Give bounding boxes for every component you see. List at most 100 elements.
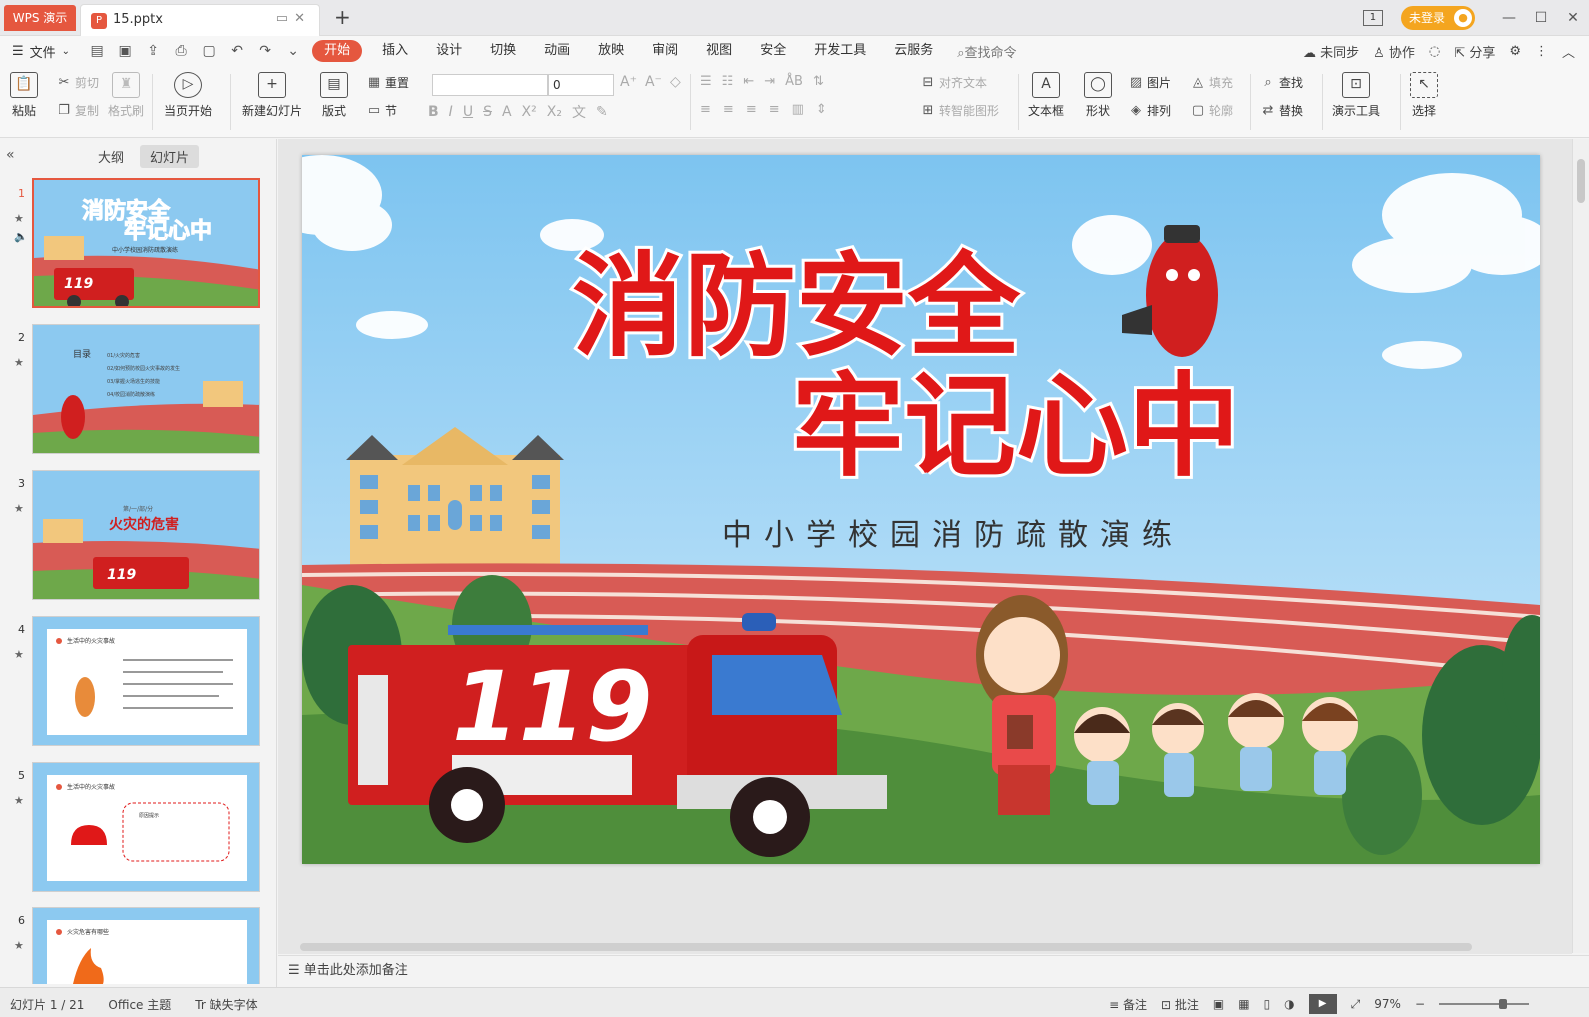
align-center-icon[interactable]: ≡ bbox=[723, 102, 734, 117]
undo-icon[interactable]: ↶ bbox=[228, 43, 246, 59]
copy-button[interactable]: ❐ 复制 bbox=[56, 102, 99, 119]
share-button[interactable]: ⇱ 分享 bbox=[1454, 42, 1495, 61]
open-icon[interactable]: ▤ bbox=[88, 43, 106, 59]
zoom-out-icon[interactable]: − bbox=[1415, 997, 1425, 1011]
tab-insert[interactable]: 插入 bbox=[368, 40, 422, 62]
app-tab[interactable]: WPS 演示 bbox=[4, 5, 76, 31]
arrange-button[interactable]: ◈ 排列 bbox=[1128, 102, 1171, 119]
replace-button[interactable]: ⇄ 替换 bbox=[1260, 102, 1303, 119]
file-menu[interactable]: ☰ 文件 ⌄ bbox=[12, 42, 70, 61]
tab-transition[interactable]: 切换 bbox=[476, 40, 530, 62]
minimize-icon[interactable]: — bbox=[1493, 10, 1525, 26]
close-window-icon[interactable]: ✕ bbox=[1557, 10, 1589, 26]
phonetic-icon[interactable]: 文 bbox=[572, 102, 586, 122]
collapse-ribbon-icon[interactable]: ︿ bbox=[1562, 42, 1575, 61]
notes-pane[interactable]: ☰ 单击此处添加备注 bbox=[278, 955, 1589, 987]
line-spacing-icon[interactable]: ⇅ bbox=[813, 74, 824, 89]
subscript-icon[interactable]: X₂ bbox=[547, 104, 562, 120]
comment-icon[interactable]: ◌ bbox=[1429, 44, 1440, 59]
justify-icon[interactable]: ≡ bbox=[769, 102, 780, 117]
select-button[interactable]: ↖ 选择 bbox=[1410, 72, 1438, 119]
slide-thumbnail-3[interactable]: 第/一/部/分 火灾的危害 119 bbox=[32, 470, 260, 600]
smartart-button[interactable]: ⊞ 转智能图形 bbox=[920, 102, 999, 119]
export-icon[interactable]: ⇪ bbox=[144, 43, 162, 59]
format-painter-button[interactable]: ♜ 格式刷 bbox=[108, 72, 144, 119]
collapse-panel-icon[interactable]: « bbox=[6, 147, 15, 163]
print-preview-icon[interactable]: ▢ bbox=[200, 43, 218, 59]
tab-developer[interactable]: 开发工具 bbox=[800, 40, 880, 62]
slide-thumbnail-2[interactable]: 目录 01/火灾的危害 02/如何预防校园火灾事故的发生 03/掌握火场逃生的技… bbox=[32, 324, 260, 454]
shape-button[interactable]: ◯ 形状 bbox=[1084, 72, 1112, 119]
find-button[interactable]: ⌕ 查找 bbox=[1260, 74, 1303, 91]
textbox-button[interactable]: A 文本框 bbox=[1028, 72, 1064, 119]
notes-toggle[interactable]: ≡ 备注 bbox=[1109, 996, 1147, 1013]
numbered-list-icon[interactable]: ☷ bbox=[722, 74, 734, 89]
align-left-icon[interactable]: ≡ bbox=[700, 102, 711, 117]
missing-font-button[interactable]: Tr 缺失字体 bbox=[195, 996, 257, 1013]
monitor-icon[interactable]: ▭ bbox=[276, 11, 294, 26]
new-tab-button[interactable]: + bbox=[334, 5, 351, 29]
collab-button[interactable]: ♙ 协作 bbox=[1373, 42, 1415, 61]
fill-button[interactable]: ◬ 填充 bbox=[1190, 74, 1233, 91]
tab-review[interactable]: 审阅 bbox=[638, 40, 692, 62]
distribute-icon[interactable]: ▥ bbox=[792, 102, 804, 117]
tab-outline[interactable]: 大纲 bbox=[88, 145, 134, 168]
command-search[interactable]: ⌕查找命令 bbox=[957, 42, 1016, 61]
tab-slides[interactable]: 幻灯片 bbox=[140, 145, 200, 168]
shrink-font-icon[interactable]: A⁻ bbox=[645, 74, 662, 90]
slide-thumbnail-4[interactable]: 生活中的火灾事故 bbox=[32, 616, 260, 746]
layout-button[interactable]: ▤ 版式 bbox=[320, 72, 348, 119]
underline-icon[interactable]: U bbox=[463, 104, 473, 120]
normal-view-icon[interactable]: ▣ bbox=[1213, 997, 1224, 1011]
window-mode-icon[interactable]: 1 bbox=[1362, 10, 1383, 26]
redo-icon[interactable]: ↷ bbox=[256, 43, 274, 59]
sync-button[interactable]: ☁ 未同步 bbox=[1303, 42, 1359, 61]
slide-canvas[interactable]: 119 消防安全 牢记心中 中小学校园消防疏散演练 bbox=[302, 155, 1540, 864]
from-current-slide-button[interactable]: ▷ 当页开始 bbox=[164, 72, 212, 119]
new-slide-button[interactable]: + 新建幻灯片 bbox=[242, 72, 302, 119]
zoom-slider[interactable] bbox=[1439, 999, 1529, 1009]
paste-button[interactable]: 📋 粘贴 bbox=[10, 72, 38, 119]
fit-window-icon[interactable]: ⤢ bbox=[1351, 997, 1361, 1012]
slide-thumbnail-5[interactable]: 生活中的火灾事故 原因提示 bbox=[32, 762, 260, 892]
align-text-button[interactable]: ⊟ 对齐文本 bbox=[920, 74, 987, 91]
more-icon[interactable]: ⋮ bbox=[1535, 44, 1548, 59]
cut-button[interactable]: ✂ 剪切 bbox=[56, 74, 99, 91]
slide-thumbnail-1[interactable]: 消防安全 牢记心中 中小学校园消防疏散演练 119 bbox=[32, 178, 260, 308]
maximize-icon[interactable]: ☐ bbox=[1525, 10, 1557, 26]
settings-icon[interactable]: ⚙ bbox=[1509, 44, 1521, 59]
tab-security[interactable]: 安全 bbox=[746, 40, 800, 62]
bold-icon[interactable]: B bbox=[428, 104, 439, 120]
strikethrough-icon[interactable]: S bbox=[483, 104, 492, 120]
document-tab[interactable]: P 15.pptx ▭✕ bbox=[80, 4, 320, 36]
indent-increase-icon[interactable]: ⇥ bbox=[764, 74, 775, 89]
superscript-icon[interactable]: X² bbox=[522, 104, 537, 120]
tab-home[interactable]: 开始 bbox=[312, 40, 363, 62]
close-tab-icon[interactable]: ✕ bbox=[294, 11, 311, 26]
print-icon[interactable]: ⎙ bbox=[172, 43, 190, 59]
tab-cloud[interactable]: 云服务 bbox=[880, 40, 947, 62]
vertical-scrollbar[interactable] bbox=[1572, 139, 1589, 953]
reset-button[interactable]: ▦ 重置 bbox=[366, 74, 409, 91]
presentation-tools-button[interactable]: ⊡ 演示工具 bbox=[1332, 72, 1380, 119]
italic-icon[interactable]: I bbox=[449, 104, 453, 120]
zoom-level[interactable]: 97% bbox=[1374, 997, 1401, 1011]
align-right-icon[interactable]: ≡ bbox=[746, 102, 757, 117]
spacing-icon[interactable]: ⇕ bbox=[816, 102, 827, 117]
font-family-select[interactable] bbox=[432, 74, 548, 96]
font-color-icon[interactable]: A bbox=[502, 104, 512, 120]
slide-thumbnail-6[interactable]: 火灾危害有哪些 bbox=[32, 907, 260, 984]
login-button[interactable]: 未登录 ● bbox=[1400, 6, 1475, 30]
picture-button[interactable]: ▨ 图片 bbox=[1128, 74, 1171, 91]
save-icon[interactable]: ▣ bbox=[116, 43, 134, 59]
clear-format-icon[interactable]: ◇ bbox=[670, 74, 681, 90]
outline-button[interactable]: ▢ 轮廓 bbox=[1190, 102, 1233, 119]
indent-decrease-icon[interactable]: ⇤ bbox=[743, 74, 754, 89]
bullet-list-icon[interactable]: ☰ bbox=[700, 74, 712, 89]
horizontal-scrollbar[interactable] bbox=[278, 940, 1572, 954]
grow-font-icon[interactable]: A⁺ bbox=[620, 74, 637, 90]
comment-toggle[interactable]: ⊡ 批注 bbox=[1161, 996, 1199, 1013]
tab-view[interactable]: 视图 bbox=[692, 40, 746, 62]
customize-icon[interactable]: ⌄ bbox=[284, 43, 302, 59]
font-size-select[interactable]: 0 bbox=[548, 74, 614, 96]
